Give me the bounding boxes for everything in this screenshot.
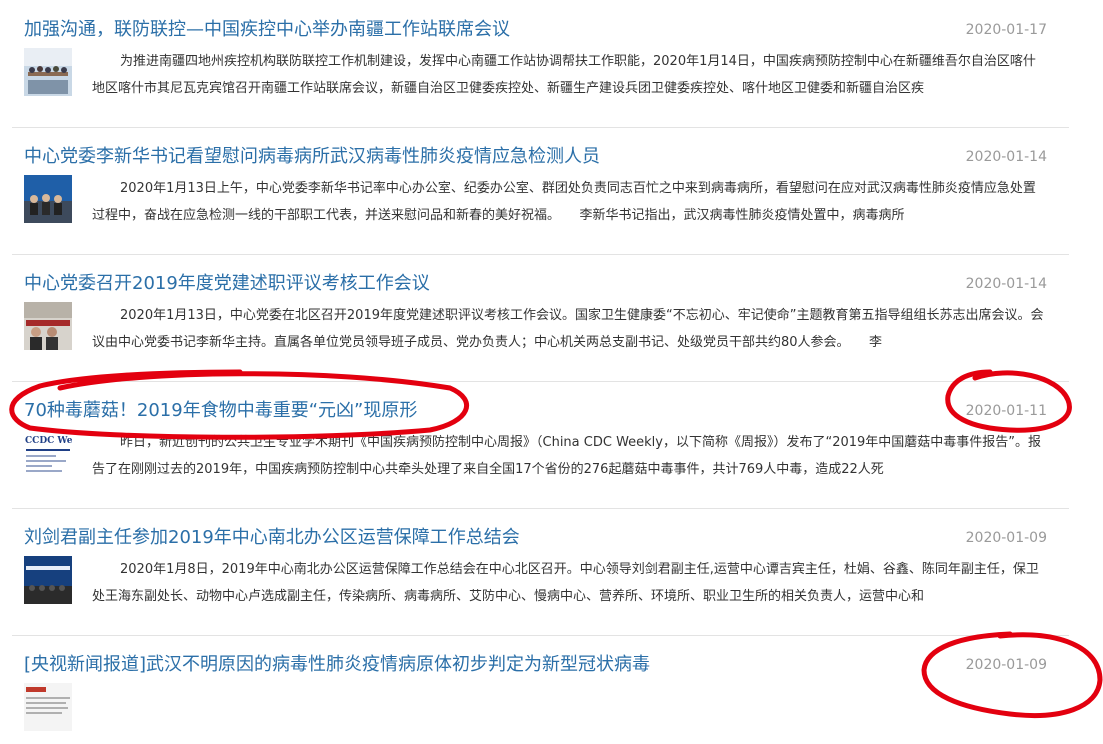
news-date: 2020-01-09	[965, 657, 1047, 673]
news-summary: 2020年1月13日，中心党委在北区召开2019年度党建述职评议考核工作会议。国…	[92, 308, 1044, 350]
news-title[interactable]: 中心党委召开2019年度党建述职评议考核工作会议	[24, 271, 430, 297]
news-date: 2020-01-09	[965, 530, 1047, 546]
news-title[interactable]: 70种毒蘑菇！2019年食物中毒重要“元凶”现原形	[24, 398, 417, 424]
news-list: 加强沟通，联防联控—中国疾控中心举办南疆工作站联席会议 2020-01-17 为…	[0, 0, 1103, 744]
news-summary: 2020年1月13日上午，中心党委李新华书记率中心办公室、纪委办公室、群团处负责…	[92, 181, 1036, 223]
news-title[interactable]: 中心党委李新华书记看望慰问病毒病所武汉病毒性肺炎疫情应急检测人员	[24, 144, 600, 170]
news-title[interactable]: 刘剑君副主任参加2019年中心南北办公区运营保障工作总结会	[24, 525, 520, 551]
list-item: 中心党委李新华书记看望慰问病毒病所武汉病毒性肺炎疫情应急检测人员 2020-01…	[12, 127, 1069, 255]
list-item: 中心党委召开2019年度党建述职评议考核工作会议 2020-01-14 2020…	[12, 254, 1069, 382]
news-thumbnail[interactable]	[24, 683, 72, 731]
list-item: 刘剑君副主任参加2019年中心南北办公区运营保障工作总结会 2020-01-09…	[12, 508, 1069, 636]
list-item: [央视新闻报道]武汉不明原因的病毒性肺炎疫情病原体初步判定为新型冠状病毒 202…	[12, 635, 1069, 744]
news-date: 2020-01-14	[965, 276, 1047, 292]
list-item: 70种毒蘑菇！2019年食物中毒重要“元凶”现原形 2020-01-11 CCD…	[12, 381, 1069, 509]
news-summary: 为推进南疆四地州疾控机构联防联控工作机制建设，发挥中心南疆工作站协调帮扶工作职能…	[92, 54, 1036, 96]
news-date: 2020-01-14	[965, 149, 1047, 165]
list-item: 加强沟通，联防联控—中国疾控中心举办南疆工作站联席会议 2020-01-17 为…	[12, 0, 1069, 128]
journal-logo-text: CCDC Weekly	[25, 436, 72, 446]
news-date: 2020-01-17	[965, 22, 1047, 38]
news-thumbnail[interactable]	[24, 302, 72, 350]
news-date: 2020-01-11	[965, 403, 1047, 419]
news-thumbnail[interactable]: CCDC Weekly	[24, 429, 72, 477]
news-title[interactable]: 加强沟通，联防联控—中国疾控中心举办南疆工作站联席会议	[24, 17, 510, 43]
news-summary	[92, 683, 1047, 737]
news-thumbnail[interactable]	[24, 48, 72, 96]
news-summary: 昨日，新近创刊的公共卫生专业学术期刊《中国疾病预防控制中心周报》（China C…	[92, 435, 1042, 477]
news-thumbnail[interactable]	[24, 175, 72, 223]
news-title[interactable]: [央视新闻报道]武汉不明原因的病毒性肺炎疫情病原体初步判定为新型冠状病毒	[24, 652, 650, 678]
news-thumbnail[interactable]	[24, 556, 72, 604]
news-summary: 2020年1月8日，2019年中心南北办公区运营保障工作总结会在中心北区召开。中…	[92, 562, 1039, 604]
